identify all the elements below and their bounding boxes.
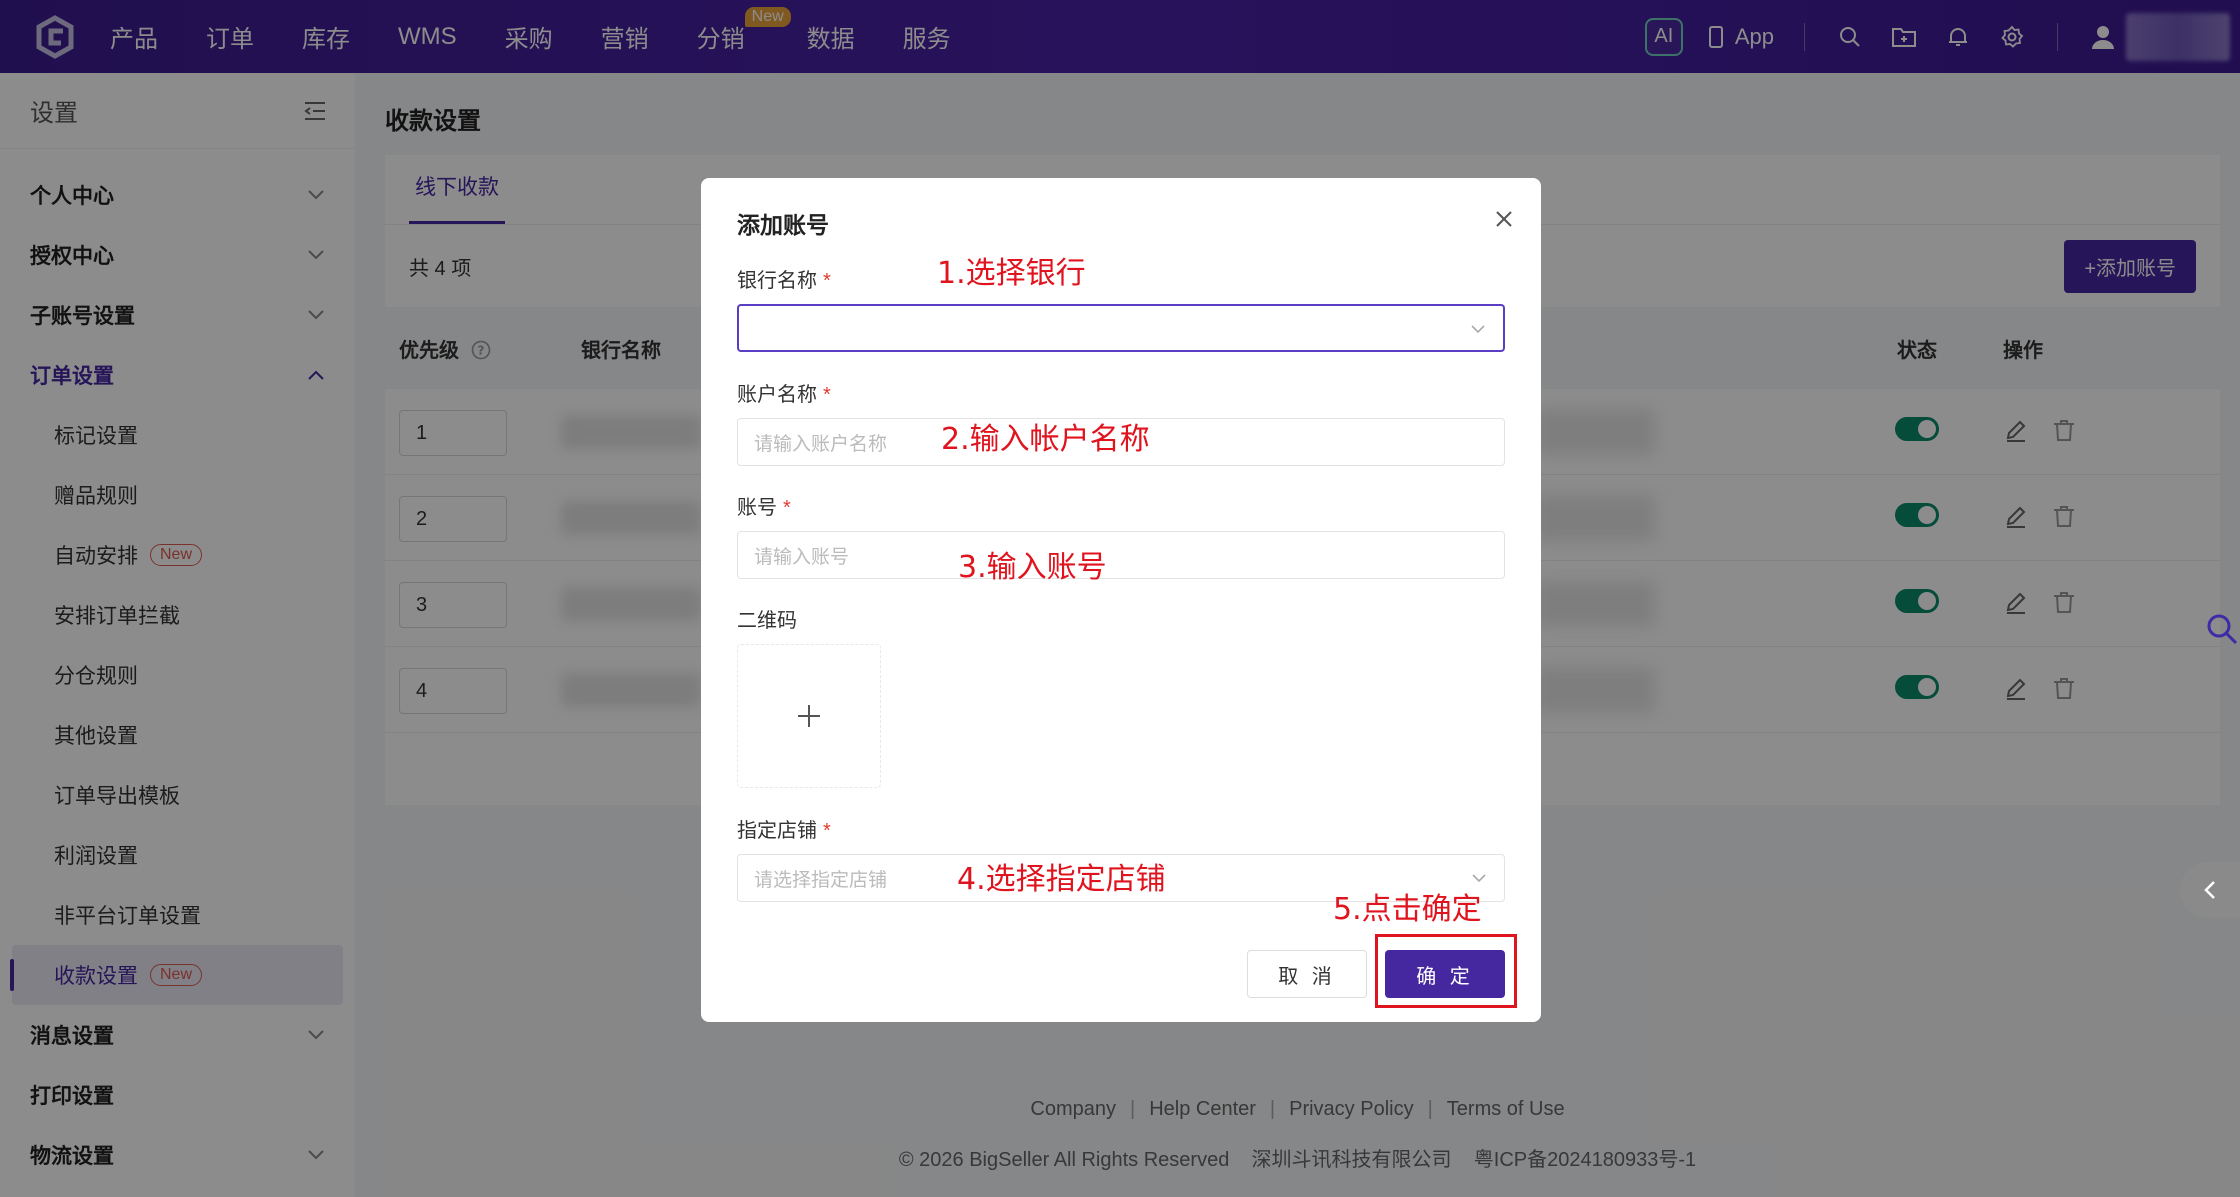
highlight-box [1375, 934, 1517, 1008]
qr-code-label: 二维码 [737, 610, 797, 632]
qr-upload-box[interactable] [737, 644, 881, 788]
required-mark: * [783, 497, 791, 519]
annotation-step3: 3.输入账号 [958, 550, 1107, 585]
account-name-label: 账户名称 * [737, 378, 831, 407]
add-account-dialog: 添加账号 银行名称 * 账户名称 * 请输入账户名称 账号 * 请输入账号 二维码 指… [701, 178, 1541, 1022]
account-number-input[interactable]: 请输入账号 [737, 531, 1505, 579]
dialog-title: 添加账号 [737, 212, 829, 238]
plus-icon [798, 705, 820, 727]
store-placeholder: 请选择指定店铺 [754, 869, 888, 891]
annotation-step4: 4.选择指定店铺 [957, 862, 1166, 897]
annotation-step5: 5.点击确定 [1333, 892, 1482, 927]
label-text: 账户名称 [737, 384, 817, 406]
chevron-left-icon [2204, 881, 2215, 899]
annotation-step1: 1.选择银行 [937, 256, 1086, 291]
store-label: 指定店铺 * [737, 814, 831, 843]
required-mark: * [823, 270, 831, 292]
close-icon[interactable] [1491, 206, 1517, 232]
label-text: 指定店铺 [737, 820, 817, 842]
floating-expand-tab[interactable] [2180, 862, 2240, 918]
account-number-label: 账号 * [737, 491, 791, 520]
required-mark: * [823, 820, 831, 842]
floating-search-icon[interactable] [2205, 612, 2239, 646]
bank-name-select[interactable] [737, 304, 1505, 352]
label-text: 账号 [737, 497, 777, 519]
annotation-step2: 2.输入帐户名称 [941, 422, 1150, 457]
required-mark: * [823, 384, 831, 406]
cancel-button[interactable]: 取 消 [1247, 950, 1367, 998]
label-text: 银行名称 [737, 270, 817, 292]
chevron-down-icon [1471, 325, 1485, 334]
bank-name-label: 银行名称 * [737, 264, 831, 293]
